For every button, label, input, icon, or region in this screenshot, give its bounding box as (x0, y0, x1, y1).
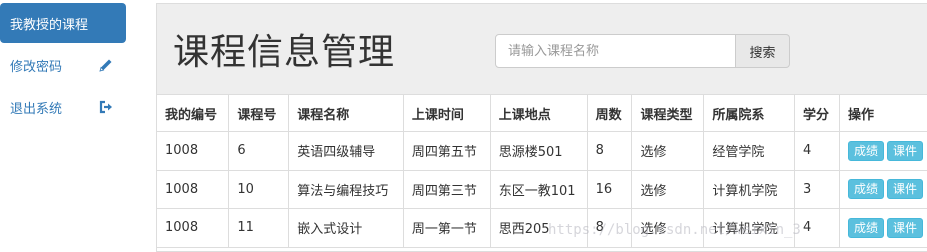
courseware-button[interactable]: 课件 (886, 217, 923, 238)
cell-course-id: 11 (228, 208, 290, 248)
cell-weeks: 8 (586, 131, 633, 171)
header-jumbotron: 课程信息管理 搜索 (157, 4, 927, 94)
log-out-icon (98, 99, 114, 115)
cell-class-time: 周四第五节 (402, 131, 491, 171)
column-header: 课程号 (228, 94, 290, 132)
table-row: 1008 6 英语四级辅导 周四第五节 思源楼501 8 选修 经管学院 4 成… (157, 131, 927, 171)
search-input[interactable] (495, 34, 736, 68)
column-header: 课程类型 (631, 94, 705, 132)
column-header: 我的编号 (157, 94, 230, 132)
main-panel: 课程信息管理 搜索 我的编号 课程号 课程名称 上课时间 上课地点 周数 课程类… (156, 3, 927, 252)
cell-department: 计算机学院 (703, 169, 795, 209)
sidebar-item-change-password[interactable]: 修改密码 (0, 45, 126, 85)
pencil-icon (98, 57, 114, 73)
sidebar-item-my-courses[interactable]: 我教授的课程 (0, 3, 126, 43)
page-title: 课程信息管理 (173, 32, 396, 73)
cell-teacher-id: 1008 (157, 169, 230, 209)
cell-actions: 成绩 课件 (838, 208, 927, 248)
column-header: 上课时间 (402, 94, 491, 132)
cell-weeks: 16 (586, 169, 633, 209)
cell-course-name: 嵌入式设计 (288, 208, 404, 248)
courseware-button[interactable]: 课件 (886, 140, 923, 161)
column-header: 课程名称 (288, 94, 404, 132)
search-bar: 搜索 (495, 34, 790, 68)
column-header: 所属院系 (703, 94, 795, 132)
cell-location: 思西205 (489, 208, 588, 248)
cell-department: 经管学院 (703, 131, 795, 171)
cell-teacher-id: 1008 (157, 131, 230, 171)
cell-weeks: 8 (586, 208, 633, 248)
column-header: 上课地点 (489, 94, 588, 132)
search-button[interactable]: 搜索 (736, 34, 790, 68)
table-row: 1008 10 算法与编程技巧 周四第三节 东区一教101 16 选修 计算机学… (157, 169, 927, 209)
column-header: 操作 (838, 94, 927, 132)
cell-course-type: 选修 (631, 169, 705, 209)
grades-button[interactable]: 成绩 (847, 217, 884, 238)
grades-button[interactable]: 成绩 (847, 140, 884, 161)
cell-credits: 3 (793, 169, 840, 209)
sidebar-item-label: 我教授的课程 (10, 17, 89, 33)
cell-course-name: 算法与编程技巧 (288, 169, 404, 209)
grades-button[interactable]: 成绩 (847, 179, 884, 200)
cell-course-id: 10 (228, 169, 290, 209)
cell-actions: 成绩 课件 (838, 131, 927, 171)
table-header-row: 我的编号 课程号 课程名称 上课时间 上课地点 周数 课程类型 所属院系 学分 … (157, 94, 927, 132)
courseware-button[interactable]: 课件 (886, 179, 923, 200)
sidebar-item-label: 修改密码 (10, 59, 63, 75)
sidebar: 我教授的课程 修改密码 退出系统 (0, 0, 132, 252)
cell-credits: 4 (793, 208, 840, 248)
column-header: 学分 (793, 94, 840, 132)
cell-actions: 成绩 课件 (838, 169, 927, 209)
cell-location: 思源楼501 (489, 131, 588, 171)
cell-course-type: 选修 (631, 208, 705, 248)
cell-department: 计算机学院 (703, 208, 795, 248)
cell-class-time: 周一第一节 (402, 208, 491, 248)
cell-class-time: 周四第三节 (402, 169, 491, 209)
cell-course-type: 选修 (631, 131, 705, 171)
cell-location: 东区一教101 (489, 169, 588, 209)
sidebar-item-label: 退出系统 (10, 101, 63, 117)
cell-course-id: 6 (228, 131, 290, 171)
column-header: 周数 (586, 94, 633, 132)
sidebar-item-logout[interactable]: 退出系统 (0, 87, 126, 127)
course-table: 我的编号 课程号 课程名称 上课时间 上课地点 周数 课程类型 所属院系 学分 … (157, 94, 927, 248)
cell-teacher-id: 1008 (157, 208, 230, 248)
cell-course-name: 英语四级辅导 (288, 131, 404, 171)
cell-credits: 4 (793, 131, 840, 171)
table-row: 1008 11 嵌入式设计 周一第一节 思西205 8 选修 计算机学院 4 成… (157, 208, 927, 248)
